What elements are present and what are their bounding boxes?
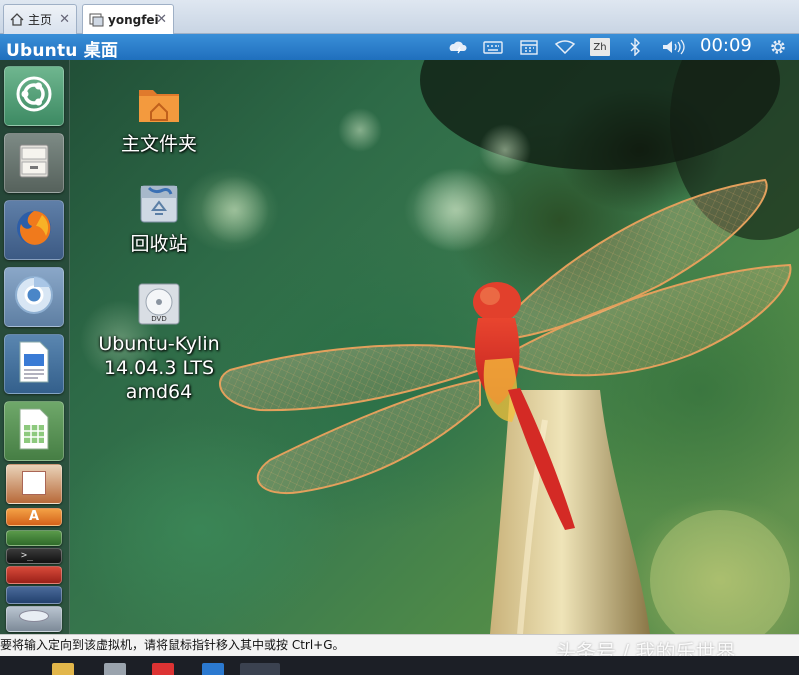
host-taskbar [0, 656, 799, 675]
ubuntu-top-panel: Ubuntu 桌面 Zh 00:09 [0, 34, 799, 61]
launcher-firefox[interactable] [4, 200, 64, 260]
launcher-software-center[interactable]: A [6, 508, 62, 526]
file-cabinet-icon [14, 141, 54, 185]
terminal-icon: >_ [21, 550, 34, 561]
calc-spreadsheet-icon [16, 407, 52, 455]
desktop-icon-label: Ubuntu-Kylin 14.04.3 LTS amd64 [98, 333, 220, 403]
launcher-dvd[interactable] [6, 606, 62, 632]
vmware-taskbar-icon[interactable] [240, 663, 280, 675]
launcher-libreoffice-impress[interactable] [6, 464, 62, 504]
tab-yongfei[interactable]: yongfei ✕ [82, 4, 174, 35]
launcher-app-stack-2[interactable] [6, 566, 62, 584]
launcher-app-stack-3[interactable] [6, 586, 62, 604]
svg-text:DVD: DVD [151, 315, 166, 323]
tab-home[interactable]: 主页 ✕ [3, 4, 77, 34]
input-method-indicator[interactable]: Zh [590, 38, 610, 56]
panel-clock[interactable]: 00:09 [700, 35, 752, 56]
trash-icon [135, 180, 183, 228]
app-icon[interactable] [152, 663, 174, 675]
app-icon[interactable] [202, 663, 224, 675]
chromium-icon [12, 273, 56, 321]
gear-icon[interactable] [766, 37, 790, 57]
desktop-icon-dvd[interactable]: DVD Ubuntu-Kylin 14.04.3 LTS amd64 [89, 280, 229, 404]
home-icon [10, 13, 24, 26]
folder-icon[interactable] [52, 663, 74, 675]
wifi-icon[interactable] [554, 37, 576, 57]
desktop-icon-home-folder[interactable]: 主文件夹 [89, 80, 229, 156]
launcher-libreoffice-calc[interactable] [4, 401, 64, 461]
launcher-terminal[interactable]: >_ [6, 548, 62, 564]
home-folder-icon [135, 80, 183, 128]
impress-icon [22, 471, 46, 495]
dvd-icon [19, 610, 49, 622]
launcher-app-stack-1[interactable] [6, 530, 62, 546]
launcher-dash-home[interactable] [4, 66, 64, 126]
volume-icon[interactable] [660, 37, 686, 57]
unity-launcher: A >_ [0, 60, 70, 634]
panel-title: Ubuntu 桌面 [6, 41, 119, 61]
close-icon[interactable]: ✕ [59, 12, 70, 27]
calendar-icon[interactable] [518, 37, 540, 57]
desktop-icon-label: 回收站 [130, 233, 188, 255]
dvd-icon: DVD [135, 280, 183, 328]
writer-document-icon [16, 340, 52, 388]
status-message: 要将输入定向到该虚拟机，请将鼠标指针移入其中或按 Ctrl+G。 [0, 638, 345, 652]
vm-icon [89, 13, 104, 27]
tab-yongfei-label: yongfei [108, 13, 159, 27]
launcher-libreoffice-writer[interactable] [4, 334, 64, 394]
weather-icon[interactable] [446, 37, 470, 57]
desktop-icon-trash[interactable]: 回收站 [89, 180, 229, 256]
tab-home-label: 主页 [28, 13, 53, 27]
launcher-chromium[interactable] [4, 267, 64, 327]
launcher-files[interactable] [4, 133, 64, 193]
vmware-tab-bar: 主页 ✕ yongfei ✕ [0, 0, 799, 35]
ubuntu-logo-icon [14, 74, 54, 118]
close-icon[interactable]: ✕ [156, 12, 167, 27]
keyboard-icon[interactable] [482, 37, 504, 57]
bluetooth-icon[interactable] [626, 37, 644, 57]
firefox-icon [12, 206, 56, 254]
desktop-icon-label: 主文件夹 [120, 133, 197, 155]
app-icon[interactable] [104, 663, 126, 675]
software-center-icon: A [28, 509, 40, 524]
